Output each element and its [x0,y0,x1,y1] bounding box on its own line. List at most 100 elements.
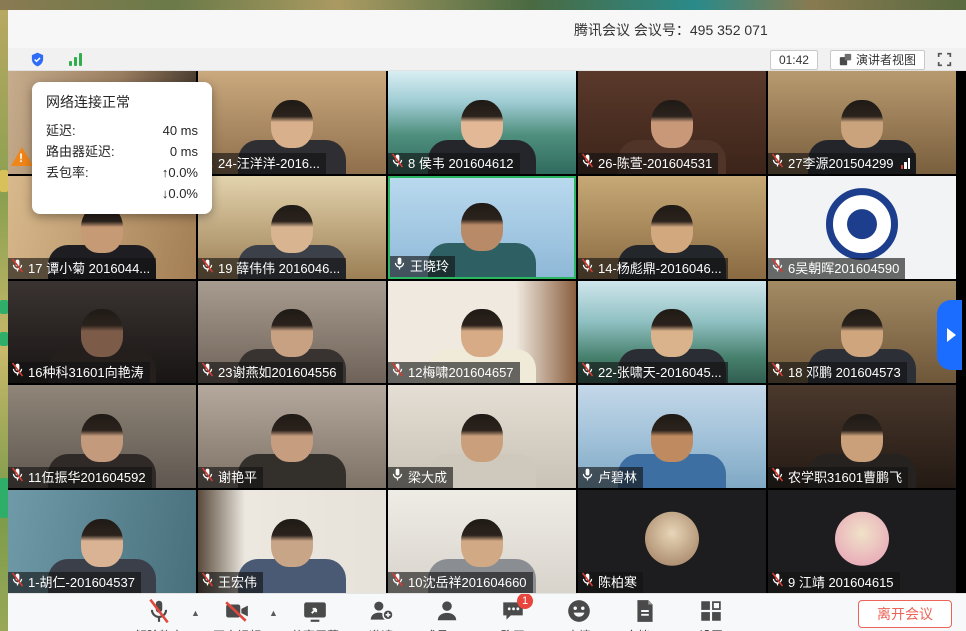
toolbar-button-document[interactable]: 文档(1) [619,598,671,631]
participant-tile[interactable]: 9 江靖 201604615 [768,490,956,593]
toolbar-button-camera-off[interactable]: 开启视频 [211,598,263,631]
participant-tile[interactable]: 农学职31601曹鹏飞 [768,385,956,488]
participant-tile[interactable]: 8 侯韦 201604612 [388,71,576,174]
participant-tile[interactable]: 14-杨彪鼎-2016046... [578,176,766,279]
desktop-icon [0,170,8,192]
members-icon [434,598,460,624]
settings-icon [698,598,724,624]
participant-tile[interactable]: 卢碧林 [578,385,766,488]
participant-name: 王宏伟 [218,572,257,593]
mic-muted-icon [390,153,405,174]
participant-name-bar: 17 谭小菊 2016044... [8,258,156,279]
network-status-rows: 延迟:40 ms路由器延迟:0 ms丢包率:↑0.0%↓0.0% [46,120,198,204]
university-logo [826,188,898,260]
toolbar-button-label: 邀请 [369,627,393,631]
participant-name-bar: 9 江靖 201604615 [768,572,900,593]
caret-up-icon[interactable]: ▲ [269,608,281,618]
mic-muted-icon [200,362,215,383]
participant-tile[interactable]: 24-汪洋洋-2016... [198,71,386,174]
unread-badge: 1 [517,593,533,609]
participant-tile[interactable]: 王宏伟 [198,490,386,593]
mic-muted-icon [580,258,595,279]
desktop-background-left [0,10,8,631]
participant-name-bar: 农学职31601曹鹏飞 [768,467,908,488]
participant-name-bar: 梁大成 [388,467,453,488]
participant-name-bar: 6吴朝晖201604590 [768,258,905,279]
participant-name-bar: 19 薛伟伟 2016046... [198,258,346,279]
mic-muted-icon [770,572,785,593]
participant-name: 1-胡仁-201604537 [28,572,135,593]
participant-name-bar: 王宏伟 [198,572,263,593]
network-status-panel: 网络连接正常 延迟:40 ms路由器延迟:0 ms丢包率:↑0.0%↓0.0% [32,82,212,214]
participant-name-bar: 谢艳平 [198,467,263,488]
share-screen-icon [302,598,328,624]
desktop-background-top [0,0,966,10]
toolbar-items: 解除静音 ▲ 开启视频 ▲ 共享屏幕 邀请 成员(39) 1聊天表情文档(1) 设置 [133,598,751,631]
participant-tile[interactable]: 18 邓鹏 201604573 [768,281,956,384]
participant-name: 16种科31601向艳涛 [28,362,144,383]
toolbar-button-label: 共享屏幕 [291,627,339,631]
security-shield-icon[interactable] [30,52,45,67]
participant-tile[interactable]: 1-胡仁-201604537 [8,490,196,593]
next-page-button[interactable] [937,300,962,370]
toolbar-button-label: 文档(1) [626,627,665,631]
participant-tile[interactable]: 王晓玲 [388,176,576,279]
participant-tile[interactable]: 22-张啸天-2016045... [578,281,766,384]
participant-name-bar: 26-陈萱-201604531 [578,153,718,174]
participant-tile[interactable]: 27李源201504299 [768,71,956,174]
participant-name: 农学职31601曹鹏飞 [788,467,902,488]
meeting-timer: 01:42 [770,50,818,70]
mic-muted-icon [390,362,405,383]
toolbar-button-chat[interactable]: 1聊天 [487,598,539,631]
layout-icon [839,53,852,66]
toolbar-button-emoji[interactable]: 表情 [553,598,605,631]
mic-muted-icon [146,598,172,624]
meeting-title: 腾讯会议 会议号：495 352 071 [574,20,768,40]
participant-tile[interactable]: 19 薛伟伟 2016046... [198,176,386,279]
participant-name-bar: 24-汪洋洋-2016... [198,153,326,174]
participant-name: 王晓玲 [410,256,449,277]
mic-on-icon [580,467,595,488]
participant-tile[interactable]: 11伍振华201604592 [8,385,196,488]
warning-icon [11,147,33,166]
toolbar-button-share-screen[interactable]: 共享屏幕 [289,598,341,631]
participant-tile[interactable]: 26-陈萱-201604531 [578,71,766,174]
toolbar-button-mic-muted[interactable]: 解除静音 [133,598,185,631]
mic-muted-icon [770,467,785,488]
participant-tile[interactable]: 12梅啸201604657 [388,281,576,384]
participant-tile[interactable]: 23谢燕如201604556 [198,281,386,384]
participant-name: 12梅啸201604657 [408,362,514,383]
emoji-icon [566,598,592,624]
participant-name: 陈柏寒 [598,572,637,593]
speaker-view-button[interactable]: 演讲者视图 [830,50,925,70]
participant-tile[interactable]: 陈柏寒 [578,490,766,593]
network-signal-icon[interactable] [69,53,82,66]
toolbar-button-label: 聊天 [501,627,525,631]
fullscreen-icon[interactable] [937,52,952,67]
participant-tile[interactable]: 16种科31601向艳涛 [8,281,196,384]
top-toolbar: 01:42 演讲者视图 [8,48,966,71]
toolbar-button-invite[interactable]: 邀请 [355,598,407,631]
participant-name-bar: 27李源201504299 [768,153,916,174]
participant-tile[interactable]: 谢艳平 [198,385,386,488]
participant-name: 谢艳平 [218,467,257,488]
mic-on-icon [392,256,407,277]
participant-tile[interactable]: 梁大成 [388,385,576,488]
participant-name: 27李源201504299 [788,153,894,174]
mic-muted-icon [200,467,215,488]
participant-name-bar: 10沈岳祥201604660 [388,572,533,593]
participant-tile[interactable]: 10沈岳祥201604660 [388,490,576,593]
toolbar-button-label: 解除静音 [135,627,183,631]
participant-name-bar: 22-张啸天-2016045... [578,362,728,383]
participant-name-bar: 陈柏寒 [578,572,643,593]
network-status-title: 网络连接正常 [46,92,198,112]
leave-meeting-button[interactable]: 离开会议 [858,600,952,628]
mic-muted-icon [10,572,25,593]
network-stat-row: 路由器延迟:0 ms [46,141,198,162]
participant-name-bar: 11伍振华201604592 [8,467,152,488]
participant-name: 22-张啸天-2016045... [598,362,722,383]
toolbar-button-members[interactable]: 成员(39) [421,598,473,631]
participant-tile[interactable]: 6吴朝晖201604590 [768,176,956,279]
caret-up-icon[interactable]: ▲ [191,608,203,618]
toolbar-button-settings[interactable]: 设置 [685,598,737,631]
